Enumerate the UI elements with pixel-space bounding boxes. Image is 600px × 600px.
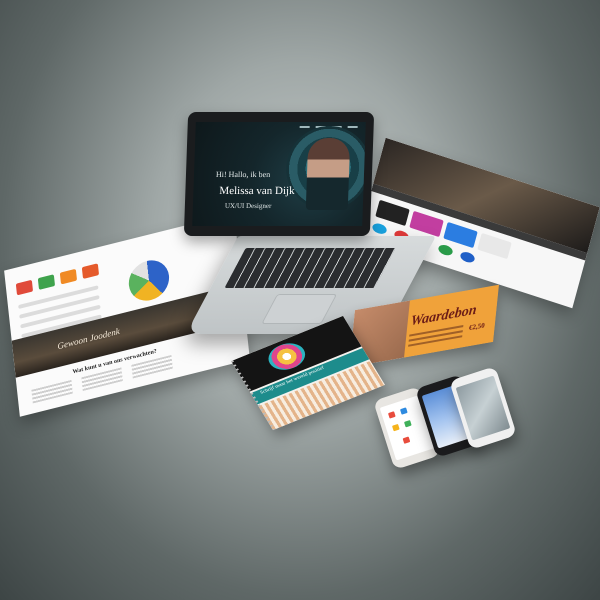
laptop-keyboard <box>224 248 396 288</box>
card-light <box>477 232 512 260</box>
logo-green <box>437 243 454 257</box>
voucher-price: €2,50 <box>468 321 486 333</box>
app-icon-blue <box>399 407 408 415</box>
portrait-photo <box>305 138 351 210</box>
voucher-title: Waardebon <box>409 302 478 330</box>
laptop-lid: Hi! Hallo, ik ben Melissa van Dijk UX/UI… <box>183 112 375 236</box>
card-magenta <box>409 210 444 238</box>
laptop-trackpad <box>261 294 338 324</box>
tile-orange <box>59 268 78 285</box>
tile-green <box>37 274 56 290</box>
hero-greeting: Hi! Hallo, ik ben <box>215 170 271 179</box>
tile-orange-red <box>81 263 100 279</box>
card-dark <box>375 199 410 227</box>
logo-blue <box>371 221 388 236</box>
app-icon-red-2 <box>402 436 411 444</box>
phone-screen-map <box>455 375 511 441</box>
app-icon-red <box>387 411 396 419</box>
app-icon-yellow <box>391 423 400 432</box>
dashboard-pie-chart <box>126 256 172 305</box>
mockup-scene: Gewoon Joodenk Wat kunt u van ons verwac… <box>0 0 600 600</box>
hero-role: UX/UI Designer <box>224 202 272 210</box>
hero-name: Melissa van Dijk <box>219 185 295 197</box>
card-blue <box>443 221 478 249</box>
laptop-screen: Hi! Hallo, ik ben Melissa van Dijk UX/UI… <box>192 122 366 226</box>
app-icon-green <box>403 420 412 428</box>
logo-navy <box>459 250 476 265</box>
tile-red <box>15 279 34 296</box>
